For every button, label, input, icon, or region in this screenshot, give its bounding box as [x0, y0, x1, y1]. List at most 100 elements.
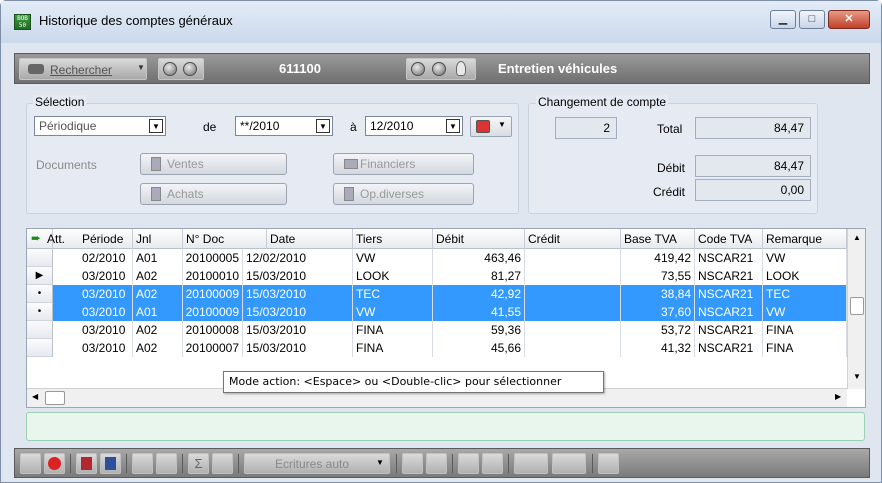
col-header-remarque[interactable]: Remarque	[763, 229, 847, 249]
tag-icon[interactable]	[458, 453, 479, 474]
cell-doc: 20100005	[183, 249, 243, 267]
col-header-tiers[interactable]: Tiers	[353, 229, 433, 249]
cell-tiers: LOOK	[353, 267, 433, 285]
cell-periode: 02/2010	[79, 249, 133, 267]
row-selector[interactable]: •	[27, 285, 53, 303]
separator	[508, 454, 509, 473]
cell-doc: 20100009	[183, 285, 243, 303]
document-list-icon[interactable]	[132, 453, 153, 474]
col-header-periode[interactable]: Période	[79, 229, 133, 249]
chevron-down-icon: ▼	[137, 63, 145, 72]
previous-icon[interactable]	[163, 62, 177, 76]
period-mode-select[interactable]: Périodique ▼	[34, 116, 166, 136]
col-header-debit[interactable]: Débit	[433, 229, 525, 249]
credit-label: Crédit	[653, 185, 686, 199]
close-button[interactable]: ✕	[828, 10, 870, 29]
document-icon	[151, 157, 161, 171]
scroll-right-icon[interactable]: ▶	[835, 392, 841, 401]
nav-prev-next-button[interactable]	[158, 58, 204, 80]
next-icon[interactable]	[183, 62, 197, 76]
cell-tiers: TEC	[353, 285, 433, 303]
report-red-icon[interactable]	[76, 453, 97, 474]
cell-base-tva: 419,42	[621, 249, 695, 267]
scroll-down-icon[interactable]: ▼	[853, 372, 861, 381]
chevron-down-icon[interactable]: ▼	[316, 119, 330, 133]
first-icon[interactable]	[411, 62, 425, 76]
documents-label: Documents	[36, 158, 97, 172]
main-window: BOB 50 Historique des comptes généraux ▁…	[0, 0, 882, 483]
report-blue-icon[interactable]	[100, 453, 121, 474]
scroll-up-icon[interactable]: ▲	[853, 233, 861, 242]
table-row[interactable]: 02/2010 A01 20100005 12/02/2010 VW 463,46 419,…	[27, 249, 847, 267]
col-header-base-tva[interactable]: Base TVA	[621, 229, 695, 249]
chevron-down-icon: ▼	[498, 120, 506, 129]
sum-icon[interactable]: Σ	[188, 453, 209, 474]
horizontal-scroll-thumb[interactable]	[45, 391, 65, 405]
cell-tiers: FINA	[353, 321, 433, 339]
col-header-credit[interactable]: Crédit	[525, 229, 621, 249]
search-button-label: Rechercher	[50, 63, 113, 77]
nav-buttons-group[interactable]	[406, 58, 476, 80]
tools-alt-icon[interactable]	[426, 453, 447, 474]
export-dropdown-button[interactable]	[552, 453, 586, 474]
lightbulb-icon[interactable]	[456, 61, 466, 76]
cell-base-tva: 38,84	[621, 285, 695, 303]
tag-alt-icon[interactable]	[482, 453, 503, 474]
cell-code-tva: NSCAR21	[695, 285, 763, 303]
row-selector[interactable]	[27, 321, 53, 339]
row-selector[interactable]	[27, 249, 53, 267]
debit-label: Débit	[657, 161, 686, 175]
document-icon	[151, 187, 161, 201]
search-button[interactable]: Rechercher ▼	[19, 58, 147, 80]
vertical-scrollbar[interactable]: ▲ ▼	[847, 229, 865, 389]
ventes-button[interactable]: Ventes	[140, 153, 287, 175]
cell-debit: 81,27	[433, 267, 525, 285]
achats-button[interactable]: Achats	[140, 183, 287, 205]
row-selector[interactable]	[27, 339, 53, 357]
opdiverses-button[interactable]: Op.diverses	[333, 183, 474, 205]
chevron-down-icon[interactable]: ▼	[446, 119, 460, 133]
change-account-group-label: Changement de compte	[536, 95, 669, 109]
pin-icon[interactable]	[156, 453, 177, 474]
table-row[interactable]: 03/2010 A02 20100007 15/03/2010 FINA 45,66 41,…	[27, 339, 847, 357]
to-period-select[interactable]: 12/2010 ▼	[365, 116, 463, 136]
minimize-button[interactable]: ▁	[770, 10, 796, 29]
calendar-button[interactable]: ▼	[470, 116, 512, 137]
title-bar[interactable]: BOB 50 Historique des comptes généraux ▁…	[1, 1, 881, 43]
last-icon[interactable]	[432, 62, 446, 76]
table-row[interactable]: • 03/2010 A02 20100009 15/03/2010 TEC 42,92 38,…	[27, 285, 847, 303]
col-header-jnl[interactable]: Jnl	[133, 229, 183, 249]
ecritures-auto-button[interactable]: Ecritures auto ▼	[244, 453, 390, 474]
table-row[interactable]: 03/2010 A02 20100008 15/03/2010 FINA 59,36 53,…	[27, 321, 847, 339]
link-icon[interactable]	[20, 453, 41, 474]
row-selector[interactable]: •	[27, 303, 53, 321]
cancel-icon[interactable]	[44, 453, 65, 474]
cell-remarque: FINA	[763, 339, 847, 357]
vertical-scroll-thumb[interactable]	[850, 297, 864, 315]
col-header-date[interactable]: Date	[267, 229, 353, 249]
trash-icon[interactable]	[598, 453, 619, 474]
tools-icon[interactable]	[402, 453, 423, 474]
chevron-down-icon[interactable]: ▼	[149, 119, 163, 133]
status-message-box	[26, 412, 865, 441]
arrow-right-icon: ➨	[31, 231, 42, 245]
separator	[396, 454, 397, 473]
cell-debit: 45,66	[433, 339, 525, 357]
table-row[interactable]: ▶ 03/2010 A02 20100010 15/03/2010 LOOK 81,27 73…	[27, 267, 847, 285]
table-row[interactable]: • 03/2010 A01 20100009 15/03/2010 VW 41,55 37,6…	[27, 303, 847, 321]
row-selector[interactable]: ▶	[27, 267, 53, 285]
from-period-select[interactable]: **/2010 ▼	[235, 116, 333, 136]
col-header-code-tva[interactable]: Code TVA	[695, 229, 763, 249]
financiers-button[interactable]: Financiers	[333, 153, 474, 175]
col-header-doc[interactable]: N° Doc	[183, 229, 267, 249]
cell-date: 15/03/2010	[243, 285, 353, 303]
total-label: Total	[657, 122, 683, 136]
cell-debit: 41,55	[433, 303, 525, 321]
col-header-att[interactable]: Att.	[41, 229, 79, 249]
financiers-label: Financiers	[360, 157, 416, 171]
euro-icon[interactable]	[212, 453, 233, 474]
print-dropdown-button[interactable]	[514, 453, 548, 474]
maximize-button[interactable]: □	[799, 10, 825, 29]
scroll-left-icon[interactable]: ◀	[32, 392, 38, 401]
cell-tiers: FINA	[353, 339, 433, 357]
